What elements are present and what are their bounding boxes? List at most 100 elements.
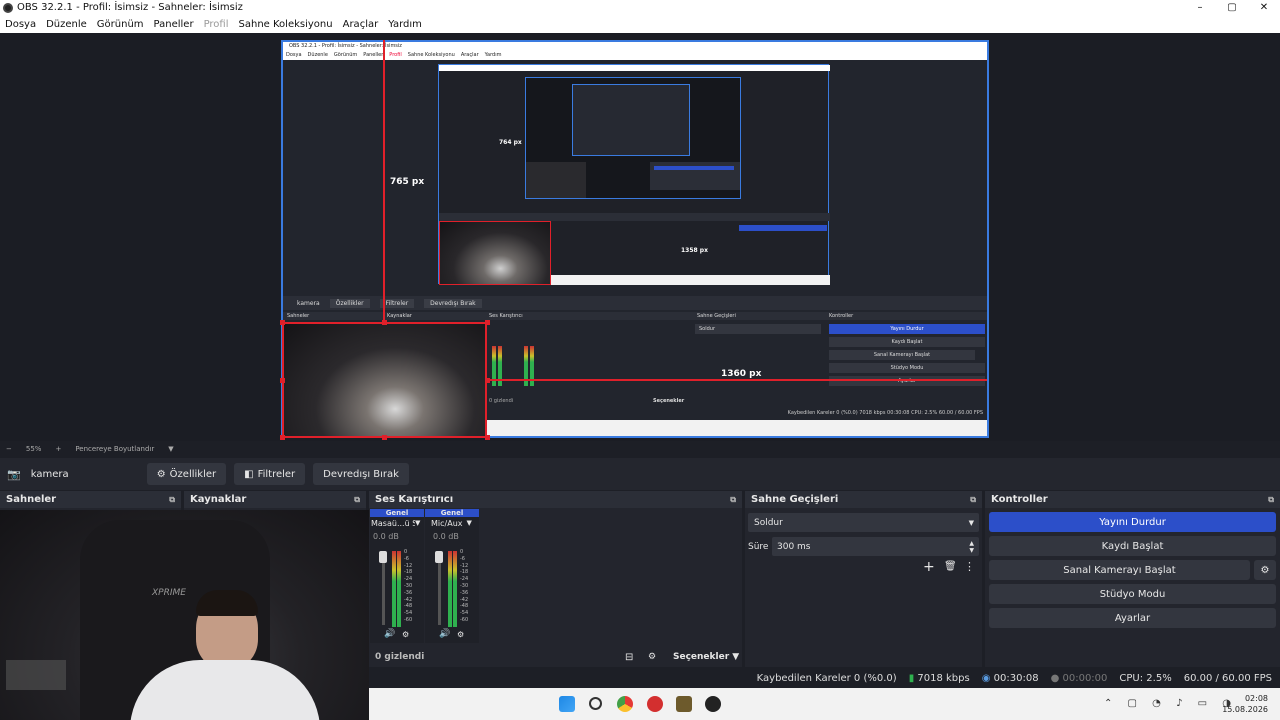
layout-icon[interactable]: ⊟ [625,652,633,663]
cpu-usage: CPU: 2.5% [1119,672,1172,684]
menu-yardim[interactable]: Yardım [383,19,427,30]
zoom-in-button[interactable]: + [55,445,61,453]
audio-mixer-dock: Ses Karıştırıcı ⧉ Genel Masaü...ü Ses▼ 0… [369,491,742,667]
mixer-options-button[interactable]: Seçenekler ▼ [673,652,739,662]
nested-title: OBS 32.2.1 - Profil: İsimsiz - Sahneler:… [283,42,987,51]
os-taskbar: ⌃ ▢ ◔ ♪ ▭ ◑ 02:08 15.08.2026 [369,688,1280,720]
channel-db: 0.0 dB [433,532,459,541]
volume-slider-handle[interactable] [379,551,387,563]
audio-settings-icon[interactable]: ⚙ [457,630,464,639]
virtual-camera-settings-button[interactable]: ⚙ [1254,560,1276,580]
resize-handle[interactable] [485,320,490,325]
camera-hair [196,590,258,616]
audio-settings-icon[interactable]: ⚙ [402,630,409,639]
signal-icon: ▮ [908,672,915,684]
resize-handle[interactable] [485,378,490,383]
resize-handle[interactable] [485,435,490,440]
add-icon[interactable]: + [923,559,935,575]
maximize-button[interactable]: ▢ [1216,0,1248,15]
controls-dock: Kontroller ⧉ Yayını Durdur Kaydı Başlat … [985,491,1280,667]
menu-araclar[interactable]: Araçlar [338,19,384,30]
resize-handle[interactable] [280,435,285,440]
nested-inner-preview-2 [525,77,741,199]
zoom-out-button[interactable]: − [6,445,12,453]
window-title: OBS 32.2.1 - Profil: İsimsiz - Sahneler:… [17,2,243,13]
stream-icon: ◉ [981,672,991,684]
minimize-button[interactable]: – [1184,0,1216,15]
speaker-icon[interactable]: 🔊 [439,629,450,639]
nested-inner-camera [439,221,551,285]
title-bar: OBS 32.2.1 - Profil: İsimsiz - Sahneler:… [0,0,1280,15]
chevron-down-icon[interactable]: ▼ [168,445,173,453]
deactivate-button[interactable]: Devredışı Bırak [313,463,409,485]
undock-icon[interactable]: ⧉ [970,495,976,505]
undock-icon[interactable]: ⧉ [354,495,360,505]
transitions-dock-header: Sahne Geçişleri ⧉ [745,491,982,508]
volume-slider[interactable] [438,553,441,625]
undock-icon[interactable]: ⧉ [730,495,736,505]
chrome-icon[interactable] [617,696,633,712]
controls-dock-header: Kontroller ⧉ [985,491,1280,508]
scene-transitions-dock: Sahne Geçişleri ⧉ Soldur ▼ Süre 300 ms ▲… [745,491,982,667]
record-icon: ● [1050,672,1060,684]
resize-handle[interactable] [280,320,285,325]
more-icon[interactable]: ⋮ [964,560,975,573]
bitrate: ▮ 7018 kbps [908,672,970,684]
resize-handle[interactable] [382,435,387,440]
zoom-bar: − 55% + Pencereye Boyutlandır ▼ [0,441,1280,457]
record-app-icon[interactable] [647,696,663,712]
gear-icon: ⚙ [1260,564,1270,576]
menu-gorunum[interactable]: Görünüm [92,19,149,30]
obs-taskbar-icon[interactable] [705,696,721,712]
tray-icons[interactable]: ⌃ ▢ ◔ ♪ ▭ ◑ [1104,698,1237,709]
channel-group-label: Genel [425,509,479,517]
sources-dock-header: Kaynaklar ⧉ [184,491,366,508]
search-icon[interactable] [589,697,602,710]
menu-duzenle[interactable]: Düzenle [41,19,92,30]
start-recording-button[interactable]: Kaydı Başlat [989,536,1276,556]
dropped-frames: Kaybedilen Kareler 0 (%0.0) [756,672,897,684]
nested-measure-v: 764 px [499,139,522,146]
chevron-down-icon: ▼ [968,518,974,527]
fps: 60.00 / 60.00 FPS [1183,672,1272,684]
filters-button[interactable]: ◧ Filtreler [234,463,306,485]
clock[interactable]: 02:08 15.08.2026 [1222,693,1268,715]
guide-vertical-line [383,40,385,322]
app-icon[interactable] [676,696,692,712]
zoom-level[interactable]: 55% [26,445,42,453]
windows-start-icon[interactable] [559,696,575,712]
camera-icon: 📷 [7,467,21,481]
undock-icon[interactable]: ⧉ [169,495,175,505]
undock-icon[interactable]: ⧉ [1268,495,1274,505]
close-button[interactable]: ✕ [1248,0,1280,15]
scale-mode-select[interactable]: Pencereye Boyutlandır [75,445,154,453]
nested-measure-h: 1358 px [681,247,708,254]
stop-streaming-button[interactable]: Yayını Durdur [989,512,1276,532]
menu-dosya[interactable]: Dosya [0,19,41,30]
resize-handle[interactable] [280,378,285,383]
trash-icon[interactable]: 🗑 [944,561,957,572]
selection-box[interactable] [282,322,487,438]
properties-button[interactable]: ⚙ Özellikler [146,463,227,485]
mixer-channel-desktop: Genel Masaü...ü Ses▼ 0.0 dB 0-6-12-18-24… [370,509,424,643]
menu-sahne-koleksiyonu[interactable]: Sahne Koleksiyonu [234,19,338,30]
advanced-audio-icon[interactable]: ⚙ [648,652,656,662]
start-virtual-camera-button[interactable]: Sanal Kamerayı Başlat [989,560,1250,580]
speaker-icon[interactable]: 🔊 [384,629,395,639]
spin-arrows-icon[interactable]: ▲ ▼ [969,540,974,554]
studio-mode-button[interactable]: Stüdyo Modu [989,584,1276,604]
menu-paneller[interactable]: Paneller [149,19,199,30]
transition-select[interactable]: Soldur ▼ [748,513,979,532]
volume-slider-handle[interactable] [435,551,443,563]
resize-handle[interactable] [382,320,387,325]
duration-input[interactable]: 300 ms ▲ ▼ [772,537,979,556]
channel-db: 0.0 dB [373,532,399,541]
settings-button[interactable]: Ayarlar [989,608,1276,628]
mixer-channel-mic: Genel Mic/Aux ▼ 0.0 dB 0 -6 -12 -18 -24 -30 -36… [425,509,479,643]
channel-name[interactable]: Mic/Aux ▼ [425,519,479,528]
channel-name[interactable]: Masaü...ü Ses▼ [370,519,424,528]
camera-chair-logo: XPRIME [152,588,186,598]
volume-slider[interactable] [382,553,385,625]
menu-profil[interactable]: Profil [199,19,234,30]
nested-source-bar: kamera Özellikler Filtreler Devredışı Bı… [283,296,987,310]
